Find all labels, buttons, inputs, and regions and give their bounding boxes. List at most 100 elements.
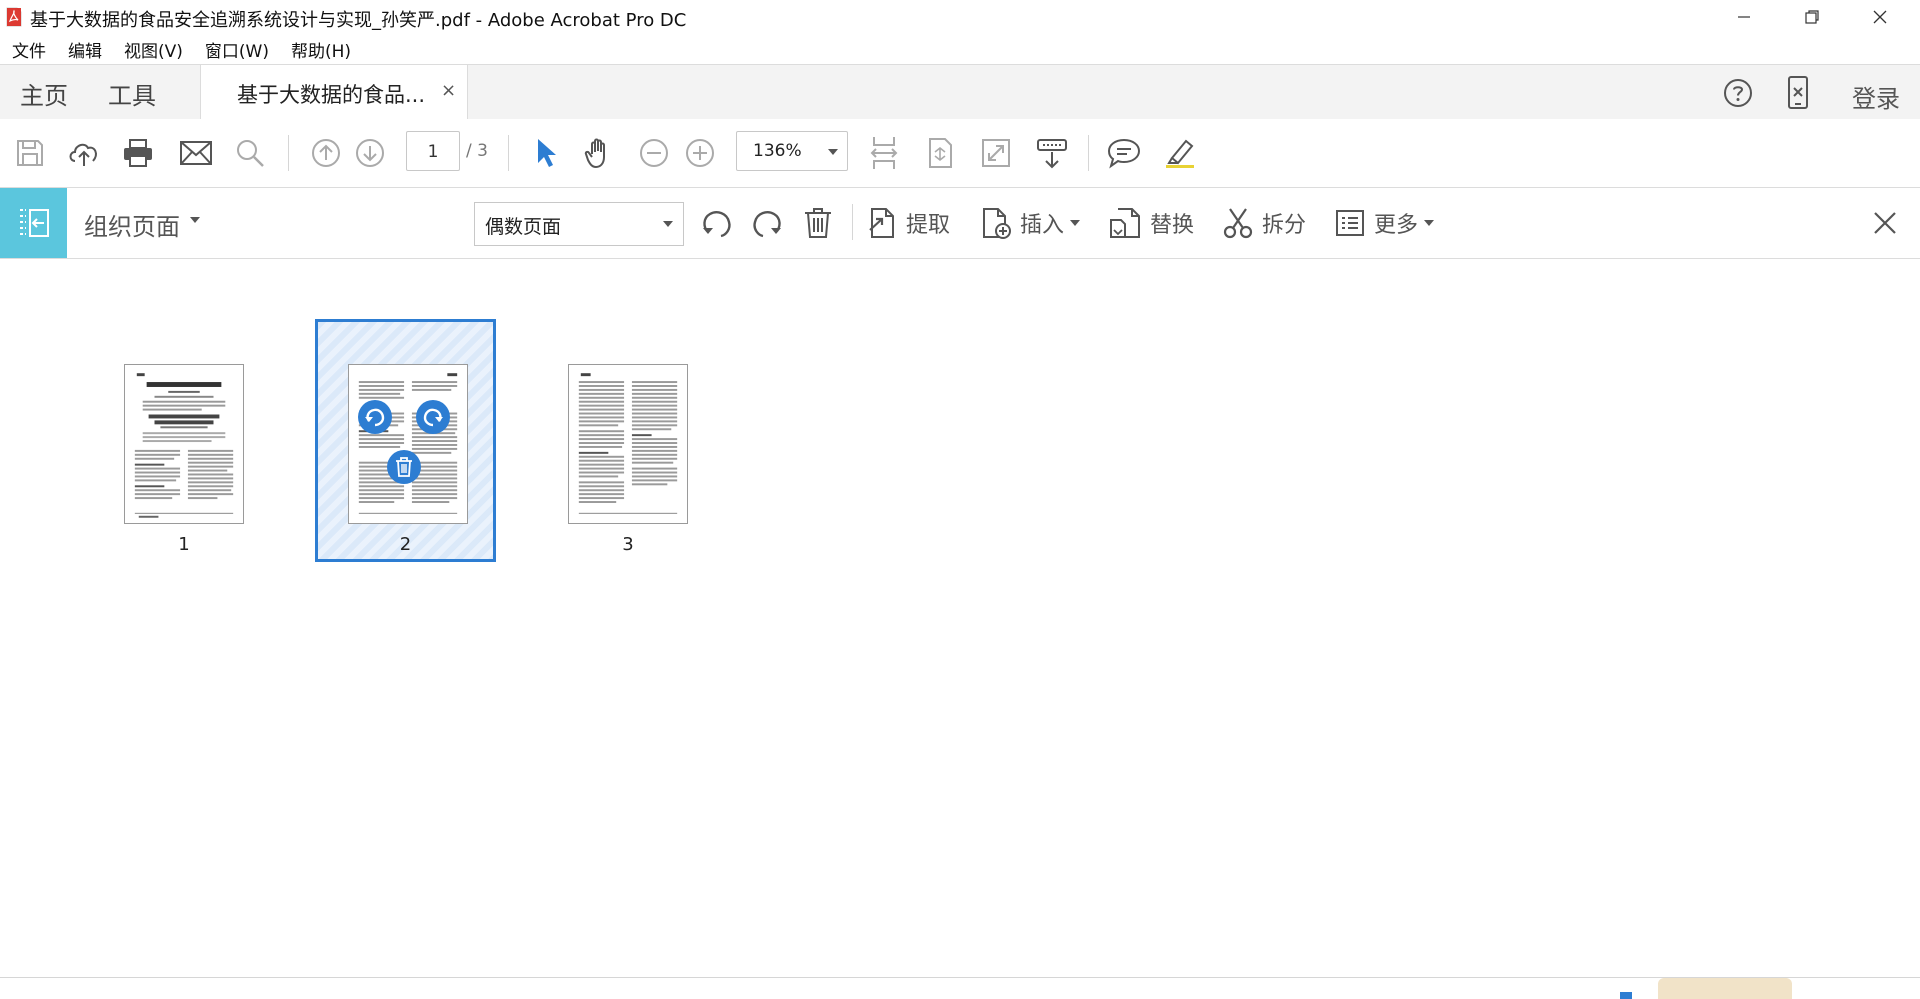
- page-number-label: 2: [399, 534, 412, 555]
- chevron-down-icon: [1070, 219, 1081, 226]
- page-preview: [124, 364, 244, 524]
- fit-page-icon: [929, 138, 952, 168]
- next-page-button[interactable]: [350, 133, 390, 173]
- restore-button[interactable]: [1778, 0, 1846, 34]
- replace-button[interactable]: 替换: [1108, 203, 1194, 243]
- zoom-out-button[interactable]: [634, 133, 674, 173]
- organize-pages-toolbar: 组织页面 偶数页面 提取 插入 替换 拆分 更多: [0, 188, 1920, 259]
- select-tool-button[interactable]: [526, 133, 566, 173]
- zoom-in-button[interactable]: [680, 133, 720, 173]
- toolbar-separator: [288, 135, 289, 171]
- search-button[interactable]: [230, 133, 270, 173]
- full-screen-button[interactable]: [976, 133, 1016, 173]
- email-button[interactable]: [176, 133, 216, 173]
- close-window-button[interactable]: [1846, 0, 1914, 34]
- main-toolbar: 1 / 3 136%: [0, 119, 1920, 188]
- zoom-select[interactable]: 136%: [736, 131, 848, 171]
- mail-icon: [180, 141, 212, 165]
- rotate-clockwise-icon: [753, 211, 781, 238]
- save-button[interactable]: [10, 133, 50, 173]
- menu-bar: 文件 编辑 视图(V) 窗口(W) 帮助(H): [0, 34, 1920, 64]
- trash-icon: [805, 208, 831, 238]
- delete-page-button[interactable]: [802, 203, 834, 243]
- rotate-counterclockwise-icon: [365, 408, 385, 427]
- page-total: / 3: [466, 141, 488, 161]
- toolbar-separator: [852, 204, 853, 240]
- replace-label: 替换: [1150, 213, 1195, 238]
- extract-button[interactable]: 提取: [866, 203, 950, 243]
- tab-bar: 主页 工具 基于大数据的食品... × 登录: [0, 64, 1920, 120]
- rotate-right-button[interactable]: [750, 203, 784, 243]
- mobile-link-icon[interactable]: [1784, 75, 1812, 111]
- more-button[interactable]: 更多: [1334, 203, 1435, 243]
- document-tab-label: 基于大数据的食品...: [237, 83, 426, 107]
- comment-button[interactable]: [1104, 133, 1144, 173]
- menu-edit[interactable]: 编辑: [68, 37, 102, 62]
- comment-bubble-icon: [1107, 138, 1141, 169]
- restore-icon: [1805, 10, 1819, 24]
- more-list-icon: [1336, 210, 1364, 236]
- tab-document[interactable]: 基于大数据的食品... ×: [200, 65, 468, 119]
- more-label: 更多: [1374, 213, 1419, 238]
- toolbar-separator: [1088, 135, 1089, 171]
- close-icon: [1873, 10, 1887, 24]
- extract-label: 提取: [906, 213, 951, 238]
- organize-pages-title[interactable]: 组织页面: [84, 207, 180, 242]
- title-bar: 基于大数据的食品安全追溯系统设计与实现_孙笑严.pdf - Adobe Acro…: [0, 0, 1920, 34]
- previous-page-button[interactable]: [306, 133, 346, 173]
- chevron-down-icon: [663, 221, 673, 227]
- tab-tools[interactable]: 工具: [108, 76, 156, 111]
- menu-window[interactable]: 窗口(W): [205, 37, 269, 62]
- fit-page-button[interactable]: [864, 133, 904, 173]
- window-title: 基于大数据的食品安全追溯系统设计与实现_孙笑严.pdf - Adobe Acro…: [30, 10, 687, 31]
- read-mode-button[interactable]: [1032, 133, 1072, 173]
- search-icon: [237, 140, 264, 167]
- organize-pages-panel-toggle[interactable]: [0, 188, 67, 258]
- page-number-label: 3: [622, 534, 634, 555]
- chevron-down-icon: [828, 149, 838, 155]
- page-number-input[interactable]: 1: [406, 131, 460, 171]
- minimize-button[interactable]: [1710, 0, 1778, 34]
- rotate-left-button[interactable]: [700, 203, 734, 243]
- highlight-button[interactable]: [1160, 133, 1200, 173]
- arrow-down-circle-icon: [356, 139, 384, 167]
- organize-pages-icon: [19, 209, 49, 237]
- page-number-label: 1: [178, 534, 190, 555]
- minimize-icon: [1738, 16, 1750, 18]
- hand-tool-button[interactable]: [580, 133, 620, 173]
- chevron-down-icon: [1424, 219, 1435, 226]
- scroll-mode-icon: [870, 137, 898, 169]
- menu-view[interactable]: 视图(V): [124, 37, 183, 62]
- page-thumbnail[interactable]: 1: [124, 364, 244, 555]
- delete-page-overlay-button[interactable]: [387, 450, 421, 484]
- menu-file[interactable]: 文件: [12, 37, 46, 62]
- close-organize-icon[interactable]: [1872, 210, 1898, 236]
- menu-help[interactable]: 帮助(H): [291, 37, 351, 62]
- page-preview: [348, 364, 468, 524]
- highlighter-pen-icon: [1166, 139, 1194, 168]
- page-range-select[interactable]: 偶数页面: [474, 202, 684, 246]
- scissors-icon: [1223, 208, 1253, 239]
- rotate-page-left-button[interactable]: [358, 400, 392, 434]
- replace-page-icon: [1110, 208, 1140, 238]
- page-thumbnail-selected[interactable]: 2: [315, 319, 496, 562]
- help-icon[interactable]: [1722, 77, 1754, 109]
- document-tab-close-button[interactable]: ×: [441, 80, 456, 101]
- download-tray-icon: [1037, 139, 1067, 169]
- print-icon: [124, 139, 152, 167]
- page-thumbnails-area: 1 2 3: [0, 259, 1920, 977]
- print-button[interactable]: [118, 133, 158, 173]
- page-thumbnail[interactable]: 3: [568, 364, 688, 555]
- split-button[interactable]: 拆分: [1222, 203, 1306, 243]
- fit-width-button[interactable]: [920, 133, 960, 173]
- zoom-value: 136%: [753, 141, 802, 161]
- save-icon: [17, 140, 43, 166]
- notification-tab[interactable]: [1658, 978, 1792, 999]
- login-button[interactable]: 登录: [1852, 79, 1900, 114]
- tab-home[interactable]: 主页: [20, 76, 68, 111]
- page-range-value: 偶数页面: [485, 216, 562, 238]
- insert-button[interactable]: 插入: [980, 203, 1081, 243]
- upload-cloud-button[interactable]: [64, 133, 104, 173]
- minus-circle-icon: [640, 139, 668, 167]
- rotate-page-right-button[interactable]: [416, 400, 450, 434]
